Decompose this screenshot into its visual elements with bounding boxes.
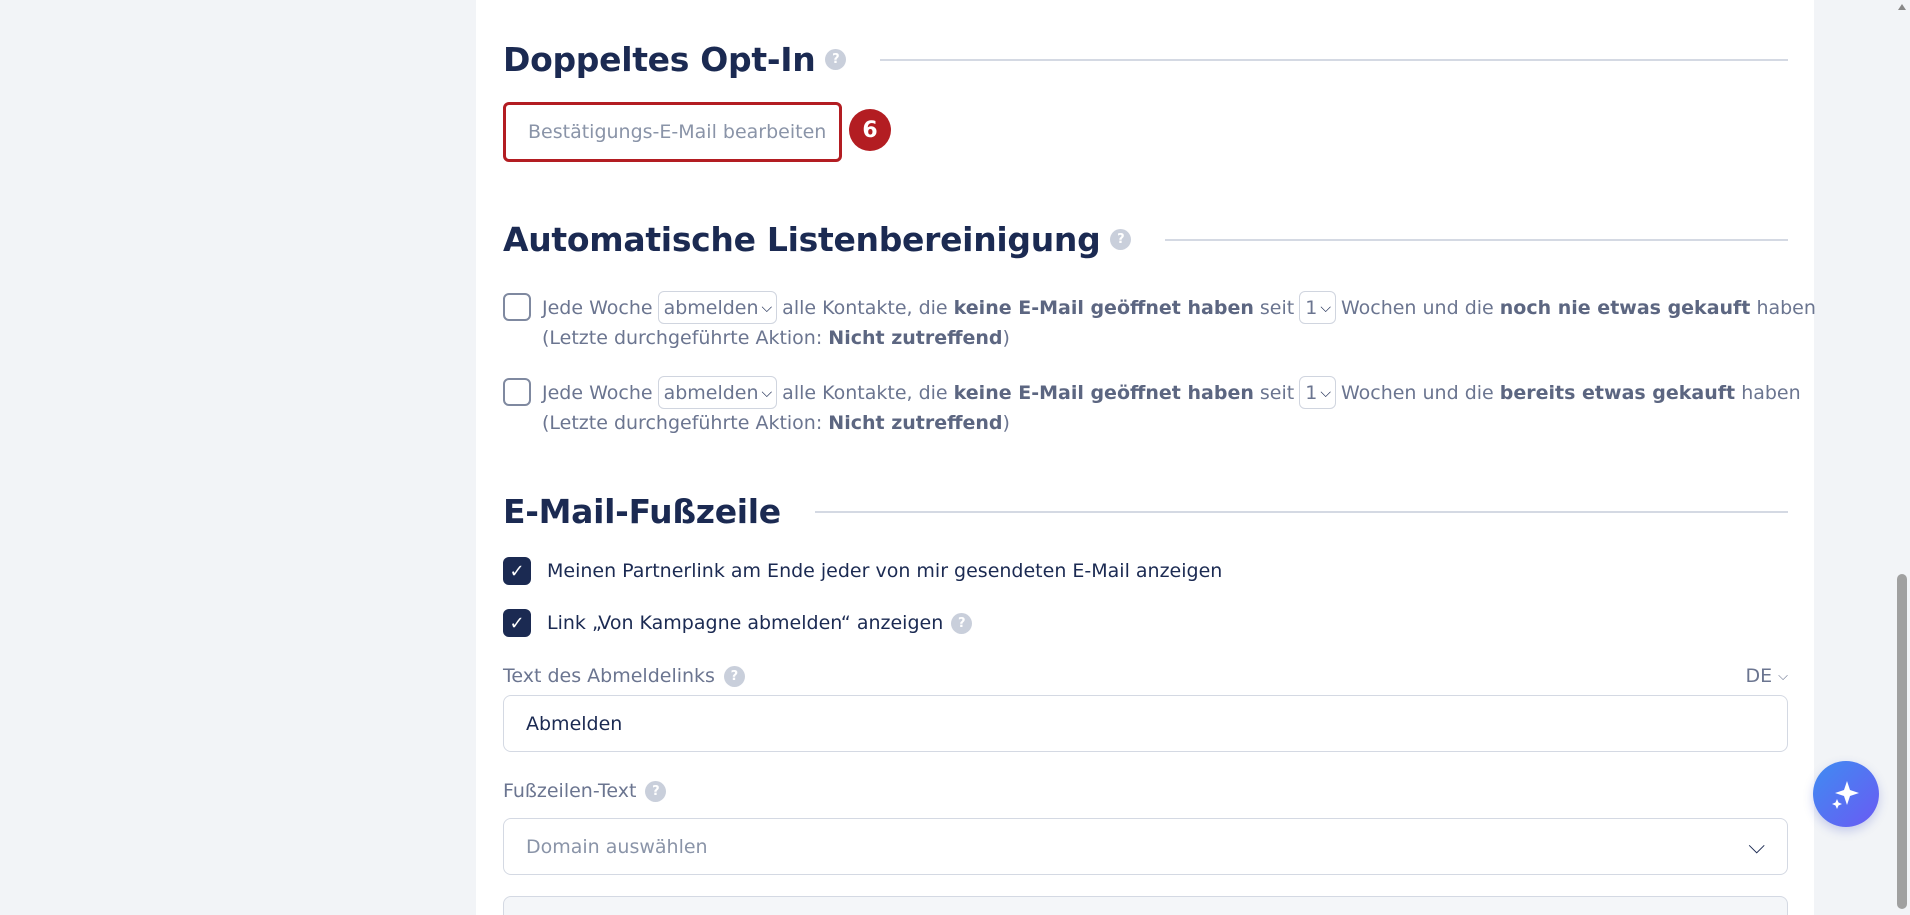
unsubscribe-link-option[interactable]: ✓ Link „Von Kampagne abmelden“ anzeigen … — [503, 609, 973, 637]
action-select-value: abmelden — [663, 296, 759, 319]
unsubscribe-link-label: Link „Von Kampagne abmelden“ anzeigen — [547, 612, 944, 634]
last-action-line: (Letzte durchgeführte Aktion: Nicht zutr… — [542, 407, 1010, 439]
rule-text: alle Kontakte, die — [782, 381, 948, 404]
partner-link-checkbox[interactable]: ✓ — [503, 557, 531, 585]
rule-text: (Letzte durchgeführte Aktion: — [542, 327, 823, 349]
rule-text: haben — [1741, 381, 1801, 404]
check-icon: ✓ — [509, 612, 525, 634]
chevron-down-icon: ⌵ — [1748, 834, 1765, 859]
list-cleanup-header: Automatische Listenbereinigung ? — [503, 220, 1788, 259]
rule-text-bold: Nicht zutreffend — [828, 327, 1003, 349]
list-cleanup-title: Automatische Listenbereinigung — [503, 220, 1101, 259]
rule-text: Jede Woche — [542, 381, 653, 404]
rule-text-bold: keine E-Mail geöffnet haben — [953, 296, 1254, 319]
action-select-value: abmelden — [663, 381, 759, 404]
language-dropdown[interactable]: DE ⌵ — [1746, 665, 1789, 687]
domain-select-placeholder: Domain auswählen — [526, 835, 708, 858]
email-footer-header: E-Mail-Fußzeile — [503, 492, 1788, 531]
footer-text-editor[interactable] — [503, 896, 1788, 915]
last-action-line: (Letzte durchgeführte Aktion: Nicht zutr… — [542, 322, 1010, 354]
cleanup-rule-line: Jede Woche abmelden ⌵ alle Kontakte, die … — [542, 376, 1801, 409]
section-divider — [880, 58, 1788, 61]
unsubscribe-text-label-text: Text des Abmeldelinks — [503, 665, 715, 687]
help-icon[interactable]: ? — [1110, 229, 1132, 250]
weeks-select[interactable]: 1 ⌵ — [1299, 376, 1336, 409]
chevron-down-icon: ⌵ — [761, 384, 773, 401]
rule-text: seit — [1259, 296, 1295, 319]
step-badge: 6 — [849, 109, 891, 151]
rule-text: Wochen und die — [1340, 296, 1494, 319]
unsubscribe-text-value: Abmelden — [526, 712, 623, 735]
scroll-up-arrow[interactable] — [1898, 4, 1906, 10]
double-opt-in-header: Doppeltes Opt-In ? — [503, 40, 1788, 79]
rule-text: Wochen und die — [1340, 381, 1494, 404]
action-select[interactable]: abmelden ⌵ — [657, 376, 778, 409]
partner-link-option[interactable]: ✓ Meinen Partnerlink am Ende jeder von m… — [503, 557, 1222, 585]
footer-text-label-text: Fußzeilen-Text — [503, 780, 637, 802]
cleanup-rule-checkbox[interactable] — [503, 293, 531, 321]
scrollbar-thumb[interactable] — [1897, 574, 1907, 909]
rule-text: Jede Woche — [542, 296, 653, 319]
rule-text: (Letzte durchgeführte Aktion: — [542, 412, 823, 434]
rule-text: ) — [1002, 412, 1010, 434]
partner-link-label: Meinen Partnerlink am Ende jeder von mir… — [547, 560, 1223, 582]
rule-text-bold: keine E-Mail geöffnet haben — [953, 381, 1254, 404]
unsubscribe-link-checkbox[interactable]: ✓ — [503, 609, 531, 637]
cleanup-rule-line: Jede Woche abmelden ⌵ alle Kontakte, die … — [542, 291, 1816, 324]
rule-text: alle Kontakte, die — [782, 296, 948, 319]
domain-select[interactable]: Domain auswählen ⌵ — [503, 818, 1788, 875]
settings-panel: Doppeltes Opt-In ? Bestätigungs-E-Mail b… — [476, 0, 1816, 915]
chevron-down-icon: ⌵ — [1320, 384, 1331, 401]
weeks-select[interactable]: 1 ⌵ — [1299, 291, 1336, 324]
rule-text: seit — [1259, 381, 1295, 404]
chevron-down-icon: ⌵ — [1320, 299, 1331, 316]
section-divider — [1165, 238, 1788, 241]
section-divider — [814, 510, 1788, 513]
unsubscribe-text-label: Text des Abmeldelinks ? — [503, 665, 745, 687]
check-icon: ✓ — [509, 560, 525, 582]
weeks-select-value: 1 — [1305, 296, 1318, 319]
chevron-down-icon: ⌵ — [1778, 668, 1788, 684]
footer-text-label: Fußzeilen-Text ? — [503, 780, 667, 802]
edit-confirmation-email-button[interactable]: Bestätigungs-E-Mail bearbeiten — [503, 102, 842, 162]
help-icon[interactable]: ? — [645, 780, 667, 802]
unsubscribe-text-input[interactable]: Abmelden — [503, 695, 1788, 752]
email-footer-title: E-Mail-Fußzeile — [503, 492, 781, 531]
ai-assistant-button[interactable] — [1813, 761, 1879, 827]
rule-text: ) — [1002, 327, 1010, 349]
double-opt-in-title: Doppeltes Opt-In — [503, 40, 816, 79]
sparkle-icon — [1832, 781, 1859, 809]
help-icon[interactable]: ? — [723, 665, 745, 687]
weeks-select-value: 1 — [1305, 381, 1318, 404]
help-icon[interactable]: ? — [951, 612, 973, 634]
cleanup-rule-checkbox[interactable] — [503, 378, 531, 406]
chevron-down-icon: ⌵ — [761, 299, 773, 316]
settings-content: Doppeltes Opt-In ? Bestätigungs-E-Mail b… — [503, 0, 1816, 915]
rule-text-bold: noch nie etwas gekauft — [1499, 296, 1751, 319]
action-select[interactable]: abmelden ⌵ — [657, 291, 778, 324]
rule-text: haben — [1756, 296, 1816, 319]
rule-text-bold: bereits etwas gekauft — [1499, 381, 1736, 404]
help-icon[interactable]: ? — [825, 49, 847, 70]
rule-text-bold: Nicht zutreffend — [828, 412, 1003, 434]
language-value: DE — [1745, 665, 1773, 687]
